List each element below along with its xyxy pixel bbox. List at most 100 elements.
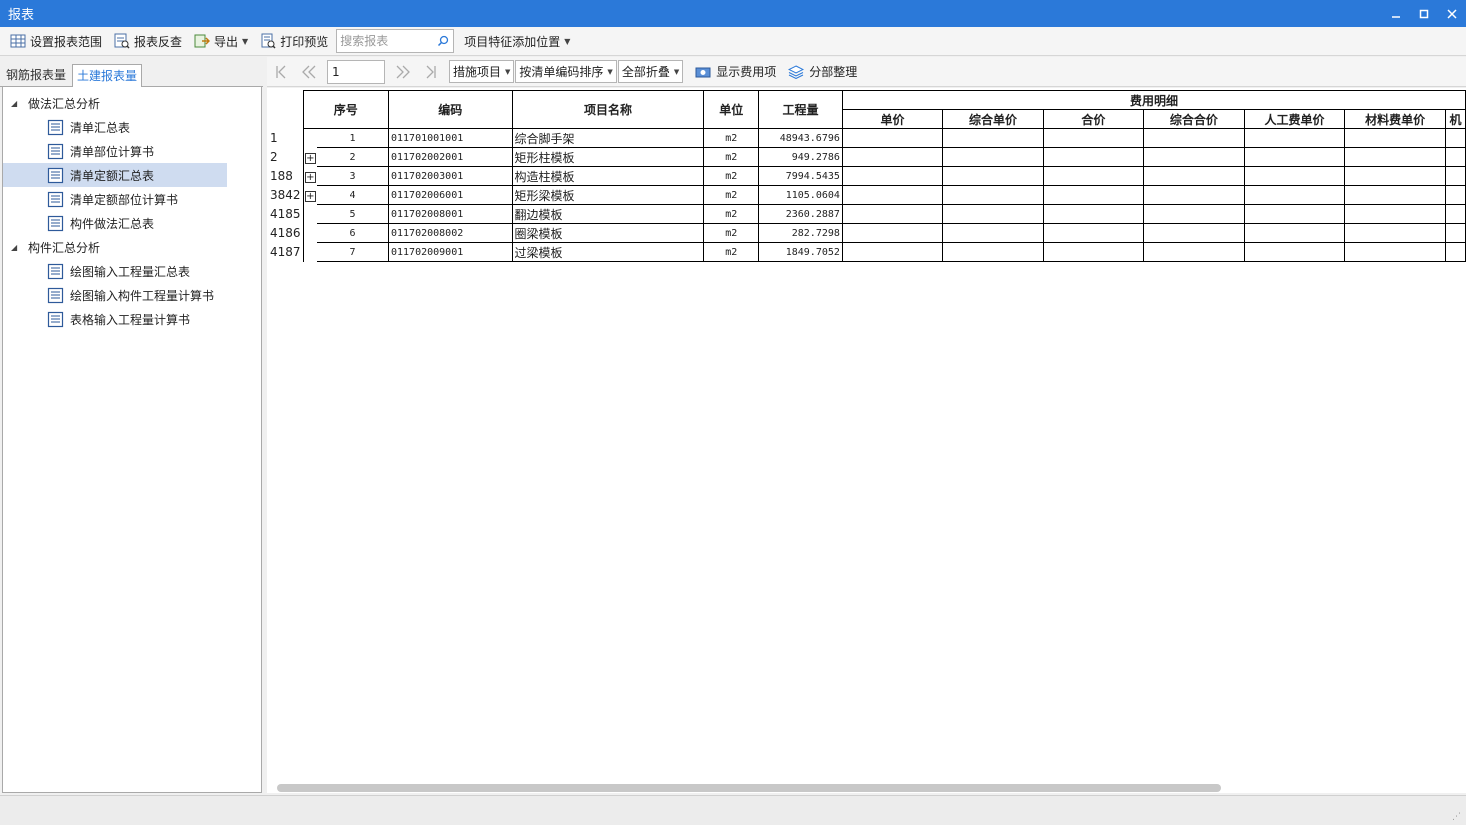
chevron-down-icon: ▼	[564, 36, 571, 46]
cell-seq: 7	[317, 242, 390, 262]
tree-item-drawing-quantity-summary[interactable]: 绘图输入工程量汇总表	[3, 259, 227, 283]
tree-item-label: 构件做法汇总表	[70, 216, 155, 231]
search-icon[interactable]	[436, 34, 450, 48]
tree-item-bill-summary[interactable]: 清单汇总表	[3, 115, 227, 139]
cell-seq: 3	[317, 166, 390, 186]
set-report-scope-label: 设置报表范围	[30, 34, 103, 49]
section-arrange-button[interactable]: 分部整理	[782, 63, 863, 80]
tree-item-bill-quota-summary[interactable]: 清单定额汇总表	[3, 163, 227, 187]
tab-civil-report[interactable]: 土建报表量	[72, 64, 143, 88]
export-button[interactable]: 导出 ▼	[190, 29, 252, 53]
tab-rebar-report[interactable]: 钢筋报表量	[2, 64, 70, 87]
previous-page-button[interactable]	[295, 60, 323, 84]
header-composite-unit-price: 综合单价	[942, 109, 1044, 129]
tree-item-label: 表格输入工程量计算书	[70, 312, 191, 327]
minimize-button[interactable]	[1382, 0, 1410, 27]
chevron-down-icon: ▼	[673, 67, 680, 76]
first-page-button[interactable]	[267, 60, 295, 84]
header-composite-total: 综合合价	[1143, 109, 1245, 129]
report-icon	[47, 311, 64, 327]
cell-seq: 2	[317, 147, 390, 167]
tree-item-table-quantity-calc[interactable]: 表格输入工程量计算书	[3, 307, 227, 331]
page-number-input[interactable]: 1	[327, 59, 385, 84]
left-panel: 钢筋报表量 土建报表量 ◢ 做法汇总分析 清单汇总表 清单部位计算书 清单定额汇…	[0, 57, 263, 793]
feature-position-dropdown[interactable]: 项目特征添加位置 ▼	[460, 29, 574, 53]
header-code: 编码	[388, 90, 513, 129]
cell-seq: 5	[317, 204, 390, 224]
cell-name: 构造柱模板	[511, 166, 705, 186]
cell-quantity: 1849.7052	[758, 242, 843, 262]
cell-seq: 6	[317, 223, 390, 243]
fold-dropdown[interactable]: 全部折叠 ▼	[617, 60, 684, 83]
row-number: 1	[268, 128, 304, 148]
header-total-price: 合价	[1042, 109, 1145, 129]
header-labor-unit-price: 人工费单价	[1243, 109, 1346, 129]
table-row[interactable]: 188 + 3 011702003001 构造柱模板 m2 7994.5435	[268, 166, 1466, 186]
report-table: 序号 编码 项目名称 单位 工程量 费用明细 单价 综合单价 合价 综合合价 人…	[268, 90, 1466, 262]
tree-item-bill-quota-location-calc[interactable]: 清单定额部位计算书	[3, 187, 227, 211]
item-filter-dropdown[interactable]: 措施项目 ▼	[449, 60, 515, 83]
row-number: 188	[268, 166, 304, 186]
table-row[interactable]: 3842 + 4 011702006001 矩形梁模板 m2 1105.0604	[268, 185, 1466, 205]
expanded-triangle-icon[interactable]: ◢	[11, 99, 23, 108]
close-button[interactable]	[1438, 0, 1466, 27]
tree-item-label: 绘图输入工程量汇总表	[70, 264, 191, 279]
expand-row-button[interactable]: +	[303, 148, 317, 167]
cell-unit: m2	[703, 166, 760, 186]
table-row[interactable]: 2 + 2 011702002001 矩形柱模板 m2 949.2786	[268, 147, 1466, 167]
show-fee-items-button[interactable]: 显示费用项	[689, 63, 782, 80]
tree-item-drawing-component-calc[interactable]: 绘图输入构件工程量计算书	[3, 283, 227, 307]
tree-item-label: 清单定额汇总表	[70, 168, 155, 183]
expand-row-button[interactable]: +	[303, 167, 317, 186]
fold-value: 全部折叠	[621, 65, 670, 79]
resize-grip-icon[interactable]: ⋰	[1452, 812, 1462, 822]
tree-item-label: 清单部位计算书	[70, 144, 155, 159]
tree-group-label: 做法汇总分析	[28, 96, 101, 111]
cell-quantity: 48943.6796	[758, 128, 843, 148]
expand-row-button[interactable]: +	[303, 186, 317, 205]
cell-code: 011702006001	[388, 185, 513, 205]
report-icon	[47, 287, 64, 303]
cell-quantity: 282.7298	[758, 223, 843, 243]
minimize-icon	[1392, 15, 1400, 18]
header-machine-unit-price: 机	[1444, 109, 1466, 129]
set-report-scope-button[interactable]: 设置报表范围	[6, 29, 106, 53]
search-input[interactable]	[340, 34, 437, 48]
horizontal-scrollbar[interactable]	[277, 784, 1221, 792]
tree-group-method-summary[interactable]: ◢ 做法汇总分析	[3, 91, 261, 115]
last-page-button[interactable]	[417, 60, 445, 84]
report-tree: ◢ 做法汇总分析 清单汇总表 清单部位计算书 清单定额汇总表 清单定额部位计算书…	[2, 87, 262, 793]
print-preview-button[interactable]: 打印预览	[256, 29, 332, 53]
sort-dropdown[interactable]: 按清单编码排序 ▼	[515, 60, 617, 83]
section-arrange-label: 分部整理	[809, 65, 858, 79]
last-page-icon	[426, 65, 436, 78]
tree-item-component-method-summary[interactable]: 构件做法汇总表	[3, 211, 227, 235]
expanded-triangle-icon[interactable]: ◢	[11, 243, 23, 252]
header-unit-price: 单价	[841, 109, 944, 129]
double-chevron-right-icon	[396, 65, 410, 78]
window-title: 报表	[8, 8, 35, 23]
print-preview-icon	[260, 33, 276, 49]
cell-name: 综合脚手架	[511, 128, 705, 148]
table-row[interactable]: 1 1 011701001001 综合脚手架 m2 48943.6796	[268, 128, 1466, 148]
table-row[interactable]: 4186 6 011702008002 圈梁模板 m2 282.7298	[268, 223, 1466, 243]
chevron-down-icon: ▼	[505, 67, 511, 76]
table-settings-icon	[10, 33, 26, 49]
chevron-down-icon: ▼	[242, 36, 249, 46]
show-fee-items-label: 显示费用项	[716, 65, 777, 79]
item-filter-value: 措施项目	[453, 65, 502, 79]
cell-quantity: 2360.2887	[758, 204, 843, 224]
plus-icon: +	[304, 190, 316, 202]
page-number-value: 1	[332, 64, 340, 79]
table-row[interactable]: 4187 7 011702009001 过梁模板 m2 1849.7052	[268, 242, 1466, 262]
report-view: 1 措施项目 ▼ 按清单编码排序 ▼ 全部折叠 ▼ 显示费用项 分部整理 序号 …	[267, 57, 1466, 793]
next-page-button[interactable]	[389, 60, 417, 84]
tree-item-label: 清单汇总表	[70, 120, 131, 135]
tree-item-bill-location-calc[interactable]: 清单部位计算书	[3, 139, 227, 163]
tree-group-component-summary[interactable]: ◢ 构件汇总分析	[3, 235, 261, 259]
maximize-button[interactable]	[1410, 0, 1438, 27]
cell-name: 矩形梁模板	[511, 185, 705, 205]
report-icon	[47, 143, 64, 159]
report-reverse-check-button[interactable]: 报表反查	[110, 29, 186, 53]
table-row[interactable]: 4185 5 011702008001 翻边模板 m2 2360.2887	[268, 204, 1466, 224]
